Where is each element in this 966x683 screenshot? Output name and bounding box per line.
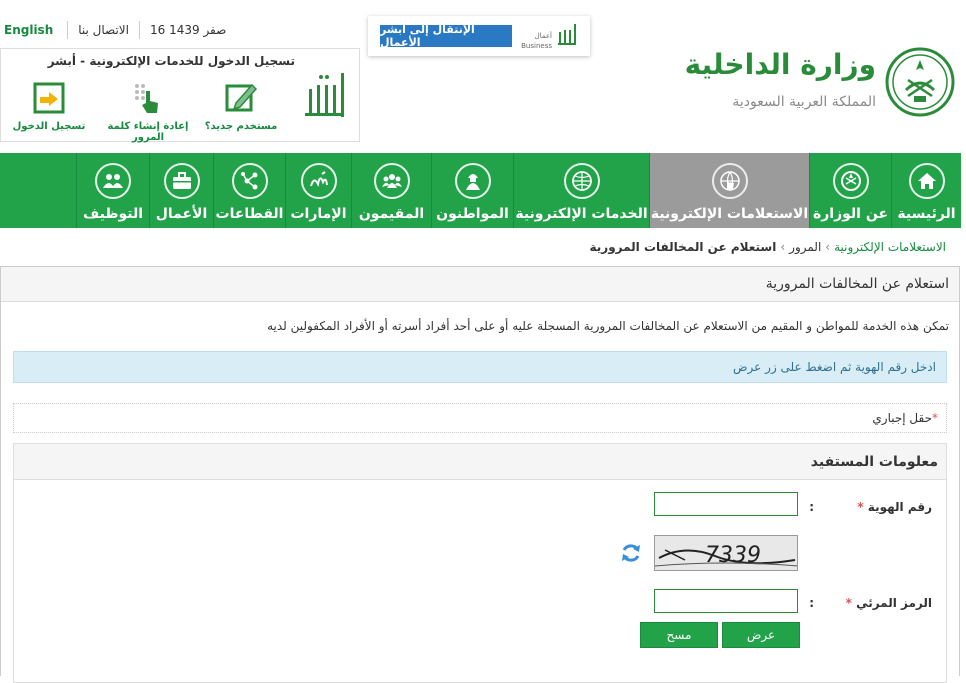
captcha-image: 7339 xyxy=(654,535,798,571)
login-title: تسجيل الدخول للخدمات الإلكترونية - أبشر xyxy=(47,54,295,68)
emirates-icon xyxy=(300,163,337,199)
code-label-text: الرمز المرئي xyxy=(856,596,932,610)
nav-e-services[interactable]: الخدمات الإلكترونية xyxy=(513,153,649,228)
nav-label: التوظيف xyxy=(82,206,144,222)
hijri-date: 16 صفر 1439 xyxy=(149,23,227,37)
beneficiary-panel: معلومات المستفيد رقم الهوية * : 7339 الر… xyxy=(13,443,947,683)
chevron-left-icon: › xyxy=(780,240,786,254)
nav-label: المقيمون xyxy=(358,206,425,222)
nav-sectors[interactable]: القطاعات xyxy=(213,153,285,228)
required-star: * xyxy=(932,411,938,425)
nav-emirates[interactable]: الإمارات xyxy=(285,153,351,228)
refresh-captcha-icon[interactable] xyxy=(620,542,642,564)
absher-logo-icon xyxy=(305,73,344,117)
globe-hand-icon xyxy=(711,163,748,199)
visual-code-input[interactable] xyxy=(654,589,798,613)
ministry-emblem-icon xyxy=(885,47,955,117)
ministry-logo: وزارة الداخلية المملكة العربية السعودية xyxy=(685,42,956,122)
reset-password-link[interactable]: إعادة إنشاء كلمة المرور xyxy=(93,81,203,143)
required-star: * xyxy=(857,500,864,514)
nav-employment[interactable]: التوظيف xyxy=(76,153,149,228)
required-note: *حقل إجباري xyxy=(13,403,947,433)
content-frame: استعلام عن المخالفات المرورية تمكن هذه ا… xyxy=(0,266,960,683)
code-colon: : xyxy=(809,596,814,610)
reset-password-label: إعادة إنشاء كلمة المرور xyxy=(107,121,189,143)
absher-business-logo-icon: أعمال Business xyxy=(521,24,576,50)
divider xyxy=(138,21,140,39)
nav-label: الإمارات xyxy=(290,206,347,222)
business-logo-ar: أعمال xyxy=(535,31,552,40)
business-logo-en: Business xyxy=(521,42,552,50)
business-banner: الإنتقال إلى أبشر الأعمال أعمال Business xyxy=(368,16,590,56)
nav-home[interactable]: الرئيسية xyxy=(891,153,961,228)
captcha-text: 7339 xyxy=(705,543,761,568)
touch-keypad-icon xyxy=(135,84,158,113)
visual-code-label: الرمز المرئي * xyxy=(846,596,932,610)
nav-citizens[interactable]: المواطنون xyxy=(431,153,513,228)
home-icon xyxy=(908,163,945,199)
chevron-left-icon: › xyxy=(825,240,831,254)
breadcrumb-root-link[interactable]: الاستعلامات الإلكترونية xyxy=(834,240,946,254)
nav-label: الاستعلامات الإلكترونية xyxy=(650,206,809,222)
breadcrumb-section[interactable]: المرور xyxy=(789,240,821,254)
nav-label: القطاعات xyxy=(215,206,284,222)
nav-residents[interactable]: المقيمون xyxy=(351,153,431,228)
required-note-label: حقل إجباري xyxy=(872,411,932,425)
breadcrumb: الاستعلامات الإلكترونية›المرور›استعلام ع… xyxy=(590,240,946,254)
nav-label: الخدمات الإلكترونية xyxy=(515,206,648,222)
new-user-link[interactable]: مستخدم جديد؟ xyxy=(201,81,281,132)
sign-in-icon xyxy=(33,82,65,114)
beneficiary-title: معلومات المستفيد xyxy=(14,444,946,480)
required-star: * xyxy=(845,596,852,610)
main-nav: الرئيسية عن الوزارة الاستعلامات الإلكترو… xyxy=(0,153,961,228)
sign-in-label: تسجيل الدخول xyxy=(12,121,86,132)
citizen-icon xyxy=(454,163,491,199)
nav-label: عن الوزارة xyxy=(812,206,889,222)
briefcase-icon xyxy=(163,163,200,199)
clear-button[interactable]: مسح xyxy=(640,622,718,648)
id-label-text: رقم الهوية xyxy=(867,500,932,514)
divider xyxy=(67,21,69,39)
info-alert: ادخل رقم الهوية ثم اضغط على زر عرض xyxy=(13,351,947,383)
edit-icon xyxy=(225,83,258,112)
english-link[interactable]: English xyxy=(0,23,57,37)
id-label: رقم الهوية * xyxy=(857,500,932,514)
id-colon: : xyxy=(809,500,814,514)
sign-in-link[interactable]: تسجيل الدخول xyxy=(9,81,89,132)
login-panel: تسجيل الدخول للخدمات الإلكترونية - أبشر … xyxy=(0,48,360,143)
nav-label: الرئيسية xyxy=(897,206,956,222)
id-number-input[interactable] xyxy=(654,492,798,516)
utility-bar: English الاتصال بنا 16 صفر 1439 xyxy=(0,18,226,42)
sectors-icon xyxy=(231,163,268,199)
nav-label: المواطنون xyxy=(436,206,509,222)
go-to-absher-business-button[interactable]: الإنتقال إلى أبشر الأعمال xyxy=(380,23,512,49)
nav-label: الأعمال xyxy=(155,206,208,222)
contact-link[interactable]: الاتصال بنا xyxy=(78,23,129,37)
residents-icon xyxy=(373,163,410,199)
service-description: تمكن هذه الخدمة للمواطن و المقيم من الاس… xyxy=(267,319,949,333)
ministry-name: وزارة الداخلية xyxy=(684,48,876,81)
globe-icon xyxy=(563,163,600,199)
nav-business[interactable]: الأعمال xyxy=(149,153,213,228)
page-title: استعلام عن المخالفات المرورية xyxy=(1,267,959,302)
breadcrumb-current: استعلام عن المخالفات المرورية xyxy=(589,240,777,254)
employment-icon xyxy=(95,163,131,199)
emblem-icon xyxy=(832,163,869,199)
new-user-label: مستخدم جديد؟ xyxy=(204,121,278,132)
nav-e-inquiries[interactable]: الاستعلامات الإلكترونية xyxy=(649,153,809,228)
nav-about-ministry[interactable]: عن الوزارة xyxy=(809,153,891,228)
show-button[interactable]: عرض xyxy=(722,622,800,648)
ministry-subtitle: المملكة العربية السعودية xyxy=(732,94,876,110)
